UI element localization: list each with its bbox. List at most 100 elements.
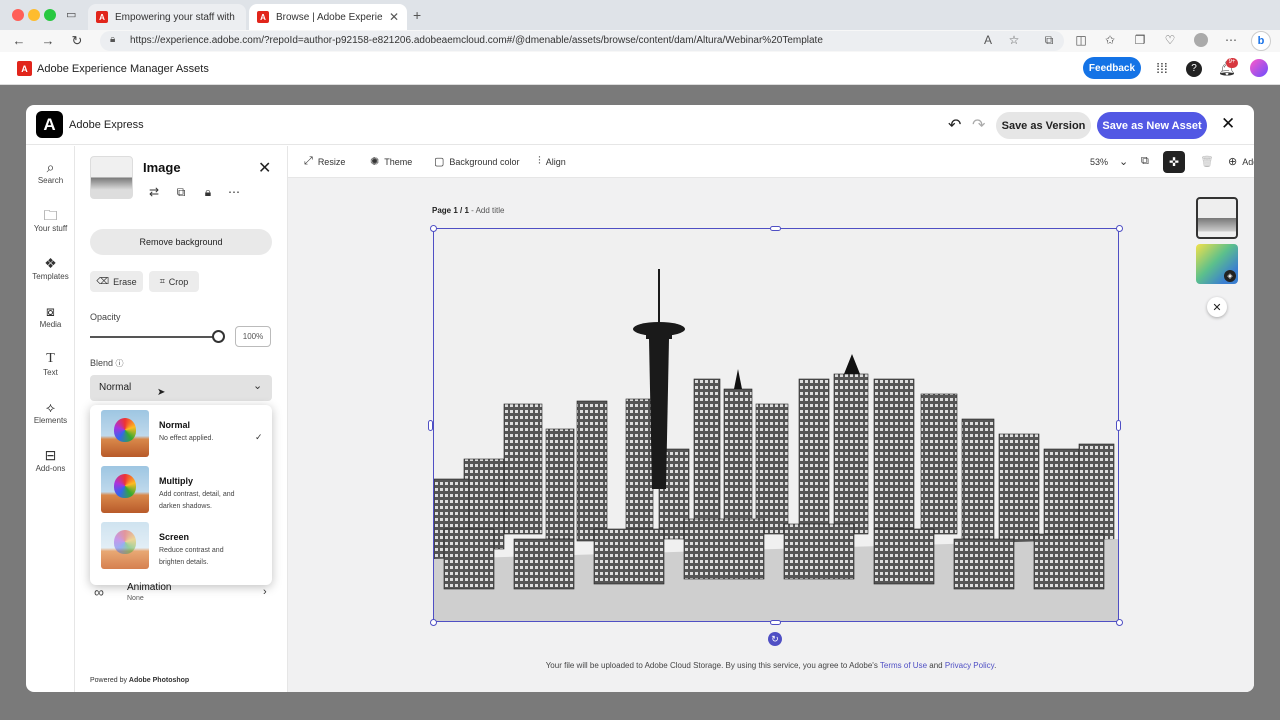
blend-option-normal[interactable]: Normal No effect applied. ✓ — [90, 405, 272, 461]
opacity-slider-handle[interactable] — [211, 330, 225, 343]
rail-label: Templates — [32, 272, 69, 281]
more-options-icon[interactable]: ⋯ — [227, 185, 241, 199]
browser-essentials-icon[interactable]: ♡ — [1162, 33, 1178, 47]
add-title-link[interactable]: Add title — [476, 206, 505, 215]
maximize-window-button[interactable] — [44, 9, 56, 21]
zoom-value: 53% — [1090, 156, 1109, 167]
extensions-icon[interactable]: ⧉ — [1041, 33, 1057, 48]
crop-label: Crop — [168, 276, 189, 287]
resize-handle[interactable] — [770, 226, 781, 231]
tab-empowering[interactable]: A Empowering your staff with Ge — [88, 4, 246, 30]
blend-option-multiply[interactable]: Multiply Add contrast, detail, and darke… — [90, 461, 272, 517]
adobe-logo-icon[interactable]: A — [17, 61, 32, 76]
aem-header: A Adobe Experience Manager Assets Feedba… — [0, 52, 1280, 85]
grid-view-icon[interactable]: ✜ — [1163, 151, 1185, 173]
close-express-icon[interactable]: ✕ — [1221, 114, 1235, 134]
add-button[interactable]: ⊕ Add — [1228, 155, 1254, 168]
close-panel-icon[interactable]: ✕ — [258, 158, 271, 178]
opacity-label: Opacity — [90, 312, 121, 322]
chevron-right-icon[interactable]: › — [263, 586, 267, 598]
split-screen-icon[interactable]: ◫ — [1073, 33, 1089, 47]
reload-icon[interactable]: ↻ — [69, 33, 85, 49]
minimize-window-button[interactable] — [28, 9, 40, 21]
redo-icon[interactable]: ↷ — [972, 115, 985, 135]
tab-actions-icon[interactable]: ▭ — [66, 8, 76, 21]
media-icon: ⧇ — [46, 303, 55, 319]
chevron-down-icon: ⌄ — [1119, 156, 1129, 168]
close-window-button[interactable] — [12, 9, 24, 21]
rail-media[interactable]: ⧇ Media — [26, 302, 75, 329]
profile-avatar[interactable] — [1194, 33, 1208, 47]
city-skyline-image[interactable] — [433, 228, 1119, 622]
back-icon[interactable]: ← — [11, 33, 27, 48]
replace-icon[interactable]: ⇄ — [147, 185, 161, 199]
powered-by: Powered by Adobe Photoshop — [90, 677, 189, 684]
lock-icon[interactable]: 🔒︎ — [201, 185, 215, 200]
rail-search[interactable]: ⌕ Search — [26, 158, 75, 185]
remove-background-button[interactable]: Remove background — [90, 229, 272, 255]
info-icon[interactable]: ⓘ — [116, 359, 124, 368]
favorite-icon[interactable]: ☆ — [1006, 33, 1022, 47]
opacity-slider-track[interactable] — [90, 336, 218, 338]
crop-button[interactable]: ⌗ Crop — [149, 271, 199, 292]
align-button[interactable]: ⫶ Align — [538, 155, 566, 168]
feedback-button[interactable]: Feedback — [1083, 57, 1141, 79]
close-pages-icon[interactable]: ✕ — [1207, 297, 1227, 317]
more-menu-icon[interactable]: ⋯ — [1223, 33, 1239, 47]
blend-option-screen[interactable]: Screen Reduce contrast and brighten deta… — [90, 517, 272, 573]
option-description: Add contrast, detail, and darken shadows… — [159, 491, 235, 510]
delete-icon[interactable]: 🗑︎ — [1200, 155, 1214, 168]
new-tab-icon[interactable]: + — [413, 7, 421, 23]
resize-handle[interactable] — [1116, 619, 1123, 626]
chevron-down-icon[interactable]: ⌄ — [253, 379, 262, 392]
resize-handle[interactable] — [1116, 225, 1123, 232]
rail-text[interactable]: T Text — [26, 350, 75, 377]
forward-icon[interactable]: → — [40, 33, 56, 48]
undo-icon[interactable]: ↶ — [948, 115, 961, 135]
address-bar-row: ← → ↻ 🔒︎ https://experience.adobe.com/?r… — [0, 30, 1280, 52]
page-thumbnail-1[interactable] — [1196, 197, 1238, 239]
resize-handle[interactable] — [428, 420, 433, 431]
resize-button[interactable]: ⤢ Resize — [304, 155, 345, 168]
canvas-toolbar: ⤢ Resize ✺ Theme ▢ Background color ⫶ Align … — [288, 146, 1254, 178]
background-color-label: Background color — [449, 156, 520, 167]
notification-badge: 9+ — [1226, 58, 1238, 68]
rail-elements[interactable]: ⟡ Elements — [26, 398, 75, 425]
save-as-new-asset-button[interactable]: Save as New Asset — [1097, 112, 1207, 139]
save-as-version-button[interactable]: Save as Version — [996, 112, 1091, 139]
resize-handle[interactable] — [770, 620, 781, 625]
favorites-icon[interactable]: ✩ — [1102, 33, 1118, 47]
collections-icon[interactable]: ❐ — [1132, 33, 1148, 47]
opacity-value-field[interactable]: 100% — [235, 326, 271, 347]
terms-of-use-link[interactable]: Terms of Use — [880, 661, 927, 670]
rotate-icon[interactable]: ↻ — [768, 632, 782, 646]
hot-air-balloon-preview — [101, 466, 149, 513]
resize-handle[interactable] — [430, 619, 437, 626]
tab-browse-aem[interactable]: A Browse | Adobe Experience Ma ✕ — [249, 4, 407, 30]
animation-title[interactable]: Animation — [127, 582, 171, 593]
rail-templates[interactable]: ❖ Templates — [26, 254, 75, 281]
close-tab-icon[interactable]: ✕ — [389, 10, 399, 24]
url-field[interactable]: 🔒︎ https://experience.adobe.com/?repoId=… — [100, 31, 1064, 51]
blend-dropdown[interactable]: Normal — [90, 375, 272, 401]
resize-handle[interactable] — [1116, 420, 1121, 431]
hot-air-balloon-preview — [101, 410, 149, 457]
resize-handle[interactable] — [430, 225, 437, 232]
background-color-button[interactable]: ▢ Background color — [434, 155, 519, 168]
zoom-dropdown[interactable]: 53% ⌄ — [1090, 155, 1128, 168]
rail-add-ons[interactable]: ⊟ Add-ons — [26, 446, 75, 473]
app-title: Adobe Experience Manager Assets — [37, 63, 209, 75]
erase-button[interactable]: ⌫ Erase — [90, 271, 143, 292]
rail-your-stuff[interactable]: 🗀︎ Your stuff — [26, 206, 75, 233]
privacy-policy-link[interactable]: Privacy Policy — [945, 661, 994, 670]
layer-thumbnail[interactable]: ◈ — [1196, 244, 1238, 284]
duplicate-icon[interactable]: ⧉ — [174, 185, 188, 200]
copilot-icon[interactable]: b — [1251, 31, 1271, 51]
read-aloud-icon[interactable]: A — [980, 33, 996, 47]
user-avatar[interactable] — [1250, 59, 1268, 77]
layers-icon[interactable]: ⧉ — [1141, 155, 1149, 168]
help-icon[interactable]: ? — [1186, 61, 1202, 77]
theme-button[interactable]: ✺ Theme — [370, 155, 412, 168]
theme-icon: ✺ — [370, 156, 380, 168]
app-switcher-icon[interactable]: ⁞⁞⁞ — [1154, 60, 1170, 76]
